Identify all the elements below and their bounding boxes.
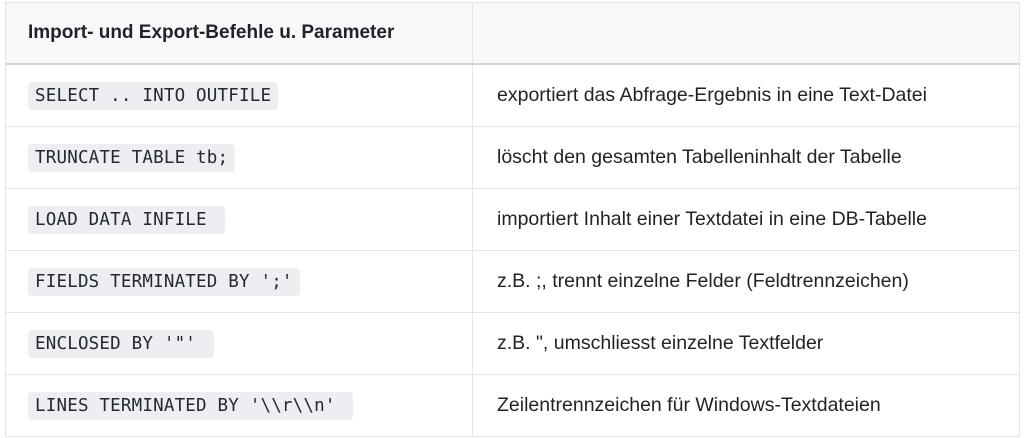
- description-text: z.B. ", umschliesst einzelne Textfelder: [497, 332, 824, 354]
- table-row: SELECT .. INTO OUTFILE exportiert das Ab…: [6, 65, 1019, 127]
- description-text: Zeilentrennzeichen für Windows-Textdatei…: [497, 394, 881, 416]
- description-cell: Zeilentrennzeichen für Windows-Textdatei…: [473, 375, 1019, 436]
- command-cell: SELECT .. INTO OUTFILE: [6, 65, 473, 126]
- command-code: SELECT .. INTO OUTFILE: [28, 81, 279, 110]
- command-cell: ENCLOSED BY '"': [6, 313, 473, 374]
- command-code: LINES TERMINATED BY '\\r\\n': [28, 391, 354, 420]
- table-row: TRUNCATE TABLE tb; löscht den gesamten T…: [6, 127, 1019, 189]
- description-cell: importiert Inhalt einer Textdatei in ein…: [473, 189, 1019, 250]
- description-text: löscht den gesamten Tabelleninhalt der T…: [497, 146, 902, 168]
- description-text: z.B. ;, trennt einzelne Felder (Feldtren…: [497, 270, 909, 292]
- commands-table: Import- und Export-Befehle u. Parameter …: [5, 2, 1020, 437]
- table-row: FIELDS TERMINATED BY ';' z.B. ;, trennt …: [6, 251, 1019, 313]
- table-row: ENCLOSED BY '"' z.B. ", umschliesst einz…: [6, 313, 1019, 375]
- description-text: exportiert das Abfrage-Ergebnis in eine …: [497, 84, 927, 106]
- description-cell: löscht den gesamten Tabelleninhalt der T…: [473, 127, 1019, 188]
- command-code: LOAD DATA INFILE: [28, 205, 225, 234]
- description-cell: z.B. ;, trennt einzelne Felder (Feldtren…: [473, 251, 1019, 312]
- table-row: LOAD DATA INFILE importiert Inhalt einer…: [6, 189, 1019, 251]
- column-header-description: [473, 3, 1019, 63]
- description-cell: exportiert das Abfrage-Ergebnis in eine …: [473, 65, 1019, 126]
- description-text: importiert Inhalt einer Textdatei in ein…: [497, 208, 927, 230]
- table-row: LINES TERMINATED BY '\\r\\n' Zeilentrenn…: [6, 375, 1019, 437]
- command-code: ENCLOSED BY '"': [28, 329, 214, 358]
- table-header-row: Import- und Export-Befehle u. Parameter: [6, 2, 1019, 65]
- column-header-commands: Import- und Export-Befehle u. Parameter: [6, 3, 473, 63]
- description-cell: z.B. ", umschliesst einzelne Textfelder: [473, 313, 1019, 374]
- command-cell: FIELDS TERMINATED BY ';': [6, 251, 473, 312]
- command-cell: LINES TERMINATED BY '\\r\\n': [6, 375, 473, 436]
- command-cell: TRUNCATE TABLE tb;: [6, 127, 473, 188]
- command-code: TRUNCATE TABLE tb;: [28, 143, 236, 172]
- command-cell: LOAD DATA INFILE: [6, 189, 473, 250]
- command-code: FIELDS TERMINATED BY ';': [28, 267, 300, 296]
